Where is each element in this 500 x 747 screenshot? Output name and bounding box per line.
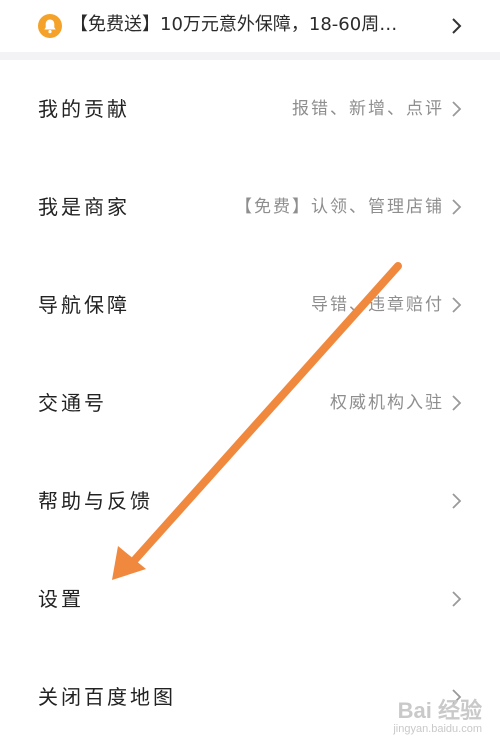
watermark-sub: jingyan.baidu.com (393, 723, 482, 735)
settings-screen: 【免费送】10万元意外保障，18-60周… 我的贡献 报错、新增、点评 我是商家… (0, 0, 500, 747)
menu-item-merchant[interactable]: 我是商家 【免费】认领、管理店铺 (0, 158, 500, 256)
menu-item-navigation-guarantee[interactable]: 导航保障 导错、违章赔付 (0, 256, 500, 354)
menu-item-label: 导航保障 (38, 293, 130, 317)
menu-item-hint: 报错、新增、点评 (292, 99, 444, 119)
menu-item-hint: 权威机构入驻 (330, 393, 444, 413)
watermark-main: Bai 经验 (397, 698, 482, 723)
menu-item-label: 设置 (38, 587, 84, 611)
menu-item-label: 我是商家 (38, 195, 130, 219)
watermark-logo: Bai 经验 jingyan.baidu.com (372, 699, 482, 739)
menu-item-settings[interactable]: 设置 (0, 550, 500, 648)
menu-item-label: 帮助与反馈 (38, 489, 153, 513)
menu-item-hint: 导错、违章赔付 (311, 295, 444, 315)
menu-item-traffic-account[interactable]: 交通号 权威机构入驻 (0, 354, 500, 452)
menu-item-label: 关闭百度地图 (38, 685, 176, 709)
chevron-right-icon (450, 196, 464, 218)
promo-banner[interactable]: 【免费送】10万元意外保障，18-60周… (0, 0, 500, 52)
chevron-right-icon (450, 392, 464, 414)
menu-item-hint: 【免费】认领、管理店铺 (235, 197, 444, 217)
section-divider (0, 52, 500, 60)
chevron-right-icon (450, 588, 464, 610)
menu-item-label: 我的贡献 (38, 97, 130, 121)
chevron-right-icon (450, 98, 464, 120)
bell-icon (38, 14, 62, 38)
chevron-right-icon (450, 14, 464, 38)
promo-text: 【免费送】10万元意外保障，18-60周… (70, 14, 398, 35)
chevron-right-icon (450, 490, 464, 512)
menu-item-help-feedback[interactable]: 帮助与反馈 (0, 452, 500, 550)
chevron-right-icon (450, 294, 464, 316)
menu-item-label: 交通号 (38, 391, 107, 415)
menu-item-contribution[interactable]: 我的贡献 报错、新增、点评 (0, 60, 500, 158)
